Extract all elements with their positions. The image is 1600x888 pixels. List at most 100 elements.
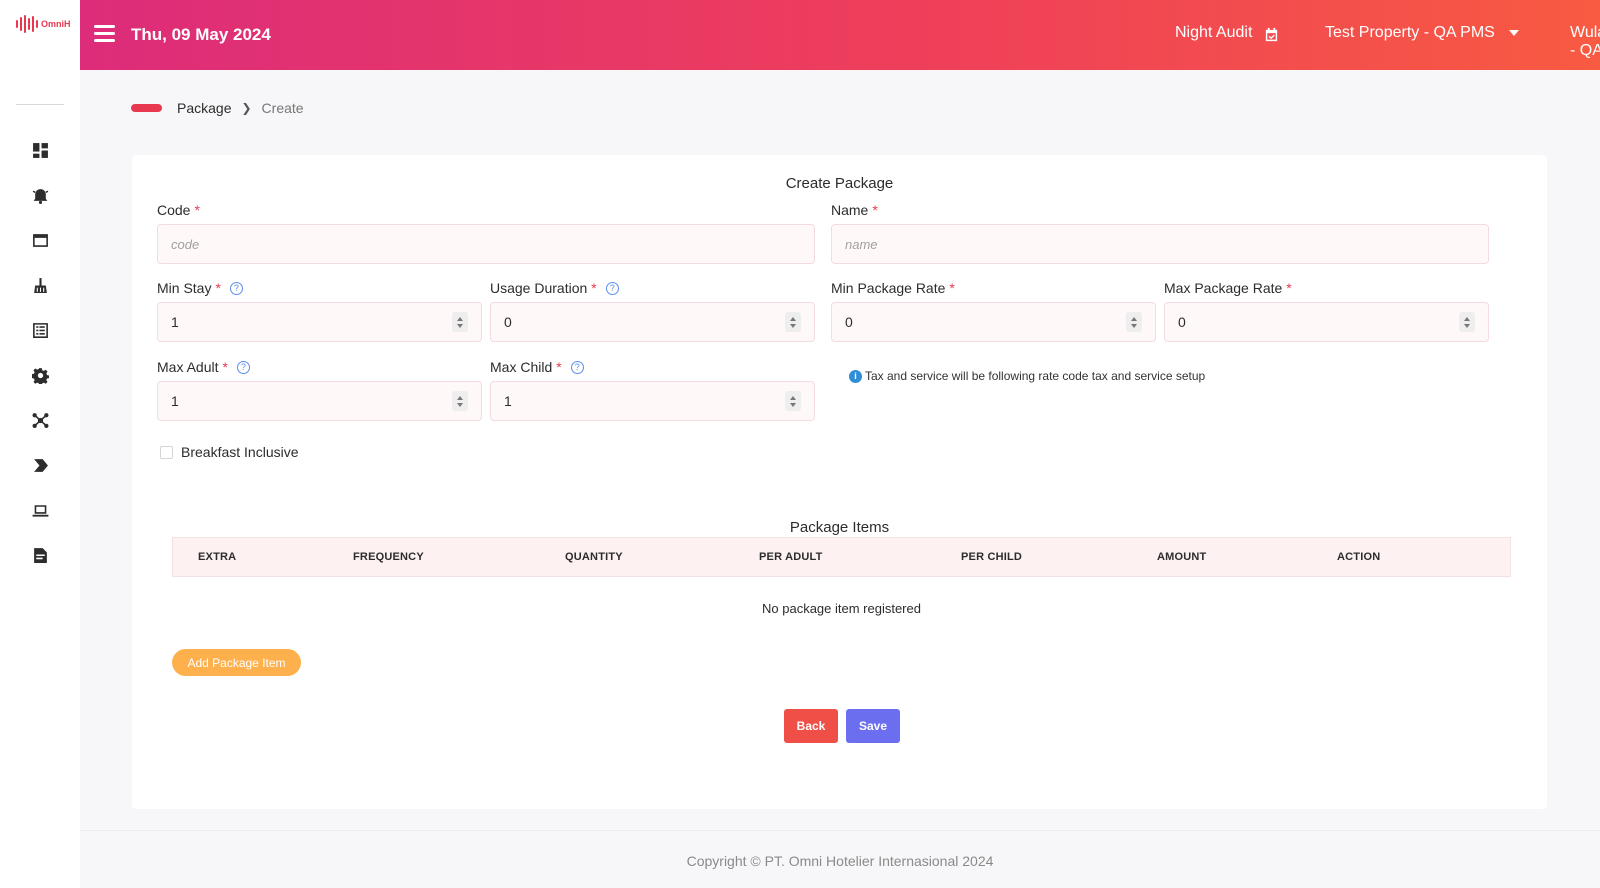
night-audit-label: Night Audit — [1175, 24, 1253, 41]
required-marker: * — [215, 280, 221, 296]
help-icon[interactable]: ? — [605, 281, 619, 295]
help-icon[interactable]: ? — [229, 281, 243, 295]
number-stepper[interactable] — [785, 312, 801, 332]
required-marker: * — [591, 280, 597, 296]
usage-duration-label: Usage Duration — [490, 280, 588, 296]
breadcrumb-package-link[interactable]: Package — [177, 100, 231, 116]
min-stay-input[interactable]: 1 — [157, 302, 482, 342]
min-package-rate-field-group: Min Package Rate * 0 — [831, 279, 1156, 342]
number-stepper[interactable] — [1459, 312, 1475, 332]
chevron-down-icon — [1508, 30, 1519, 36]
gear-icon — [31, 368, 49, 384]
min-package-rate-input[interactable]: 0 — [831, 302, 1156, 342]
name-field-group: Name * name — [831, 201, 1489, 264]
sidebar-item-devices[interactable] — [0, 488, 80, 533]
min-package-rate-label: Min Package Rate — [831, 280, 946, 296]
required-marker: * — [556, 359, 562, 375]
window-icon — [32, 234, 48, 247]
max-package-rate-value: 0 — [1178, 314, 1186, 330]
max-child-input[interactable]: 1 — [490, 381, 815, 421]
max-adult-field-group: Max Adult *? 1 — [157, 358, 482, 421]
sidebar-item-forward[interactable] — [0, 443, 80, 488]
column-header-extra: EXTRA — [198, 551, 237, 563]
column-header-action: ACTION — [1337, 551, 1381, 563]
property-name: Test Property - QA PMS — [1325, 24, 1495, 41]
breakfast-inclusive-checkbox[interactable] — [160, 445, 173, 459]
broom-housekeeping-icon — [33, 278, 47, 293]
network-icon — [32, 413, 48, 428]
chevron-right-icon — [33, 459, 48, 472]
sidebar-item-rooms[interactable] — [0, 218, 80, 263]
code-input[interactable]: code — [157, 224, 815, 264]
code-label: Code — [157, 202, 191, 218]
help-icon[interactable]: ? — [570, 360, 584, 374]
sidebar-item-network[interactable] — [0, 398, 80, 443]
required-marker: * — [194, 202, 200, 218]
package-items-title: Package Items — [789, 519, 890, 536]
min-package-rate-value: 0 — [845, 314, 853, 330]
logo-text: OmniH — [41, 19, 71, 29]
report-file-icon — [33, 548, 47, 563]
sidebar-item-list[interactable] — [0, 308, 80, 353]
tax-service-note: i Tax and service will be following rate… — [849, 369, 1205, 383]
number-stepper[interactable] — [1126, 312, 1142, 332]
omnih-logo[interactable]: OmniH — [16, 14, 71, 34]
number-stepper[interactable] — [452, 312, 468, 332]
bell-concierge-icon — [32, 189, 48, 204]
sidebar-divider — [16, 104, 64, 105]
back-button[interactable]: Back — [784, 709, 838, 743]
max-child-field-group: Max Child *? 1 — [490, 358, 815, 421]
package-items-table: EXTRA FREQUENCY QUANTITY PER ADULT PER C… — [172, 537, 1511, 616]
property-selector[interactable]: Test Property - QA PMS — [1325, 24, 1519, 42]
sidebar-item-housekeeping[interactable] — [0, 263, 80, 308]
list-icon — [32, 323, 48, 338]
business-date: Thu, 09 May 2024 — [131, 25, 271, 44]
required-marker: * — [222, 359, 228, 375]
column-header-per-child: PER CHILD — [961, 551, 1023, 563]
max-child-label: Max Child — [490, 359, 553, 375]
sidebar-item-reports[interactable] — [0, 533, 80, 578]
number-stepper[interactable] — [452, 391, 468, 411]
column-header-quantity: QUANTITY — [565, 551, 623, 563]
required-marker: * — [949, 280, 955, 296]
hamburger-menu-icon[interactable] — [94, 25, 115, 42]
sidebar-item-front-desk[interactable] — [0, 173, 80, 218]
copyright-text: Copyright © PT. Omni Hotelier Internasio… — [686, 853, 994, 869]
min-stay-field-group: Min Stay *? 1 — [157, 279, 482, 342]
max-adult-value: 1 — [171, 393, 179, 409]
max-adult-input[interactable]: 1 — [157, 381, 482, 421]
footer: Copyright © PT. Omni Hotelier Internasio… — [80, 830, 1600, 888]
laptop-icon — [32, 505, 48, 517]
logo-mark-icon — [16, 14, 38, 34]
column-header-frequency: FREQUENCY — [353, 551, 424, 563]
usage-duration-field-group: Usage Duration *? 0 — [490, 279, 815, 342]
breakfast-inclusive-option[interactable]: Breakfast Inclusive — [160, 444, 299, 460]
empty-items-message: No package item registered — [762, 601, 921, 616]
help-icon[interactable]: ? — [236, 360, 250, 374]
usage-duration-input[interactable]: 0 — [490, 302, 815, 342]
sidebar-item-settings[interactable] — [0, 353, 80, 398]
max-package-rate-field-group: Max Package Rate * 0 — [1164, 279, 1489, 342]
name-label: Name — [831, 202, 869, 218]
info-icon: i — [849, 369, 862, 383]
save-button[interactable]: Save — [846, 709, 900, 743]
name-input[interactable]: name — [831, 224, 1489, 264]
max-package-rate-input[interactable]: 0 — [1164, 302, 1489, 342]
min-stay-value: 1 — [171, 314, 179, 330]
sidebar: OmniH — [0, 0, 80, 888]
breadcrumb: Package ❯ Create — [131, 100, 304, 116]
sidebar-item-dashboard[interactable] — [0, 128, 80, 173]
max-adult-label: Max Adult — [157, 359, 219, 375]
sidebar-nav — [0, 128, 80, 578]
user-menu[interactable]: Wulan - QA — [1570, 24, 1600, 60]
breadcrumb-current: Create — [261, 100, 304, 116]
create-package-card: Create Package Code * code Name * name Min… — [132, 155, 1547, 809]
required-marker: * — [1286, 280, 1292, 296]
top-header: Thu, 09 May 2024 Night Audit Test Proper… — [80, 0, 1600, 70]
chevron-right-separator-icon: ❯ — [241, 101, 252, 115]
max-child-value: 1 — [504, 393, 512, 409]
night-audit-button[interactable]: Night Audit — [1175, 24, 1279, 42]
number-stepper[interactable] — [785, 391, 801, 411]
breakfast-inclusive-label: Breakfast Inclusive — [181, 444, 299, 460]
add-package-item-button[interactable]: Add Package Item — [172, 649, 301, 676]
